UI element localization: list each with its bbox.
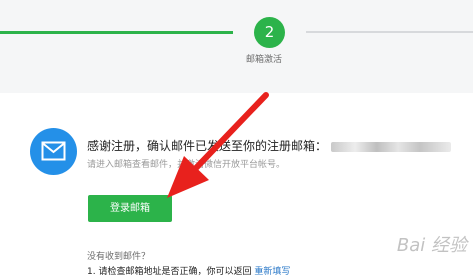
re-enter-email-link[interactable]: 重新填写: [254, 267, 290, 277]
no-email-received-label: 没有收到邮件？: [87, 252, 151, 262]
step-2-circle: 2: [254, 17, 285, 48]
confirmation-message: 感谢注册，确认邮件已发送至你的注册邮箱：: [87, 137, 452, 154]
login-email-button[interactable]: 登录邮箱: [88, 195, 172, 222]
help-tip-1-text: 1. 请检查邮箱地址是否正确，你可以返回: [87, 267, 252, 277]
email-address-blurred: [331, 141, 452, 152]
progress-line-completed: [0, 31, 233, 34]
watermark: Bai 经验: [396, 235, 467, 256]
step-2-label: 邮箱激活: [246, 55, 283, 65]
mail-icon: [30, 128, 77, 175]
activation-instruction: 请进入邮箱查看邮件，并激活微信开放平台帐号。: [87, 160, 286, 170]
help-tip-1: 1. 请检查邮箱地址是否正确，你可以返回 重新填写: [87, 264, 290, 277]
progress-line-pending: [306, 31, 473, 33]
steps-header: 2 邮箱激活: [0, 0, 473, 93]
confirmation-text: 感谢注册，确认邮件已发送至你的注册邮箱：: [87, 139, 328, 153]
